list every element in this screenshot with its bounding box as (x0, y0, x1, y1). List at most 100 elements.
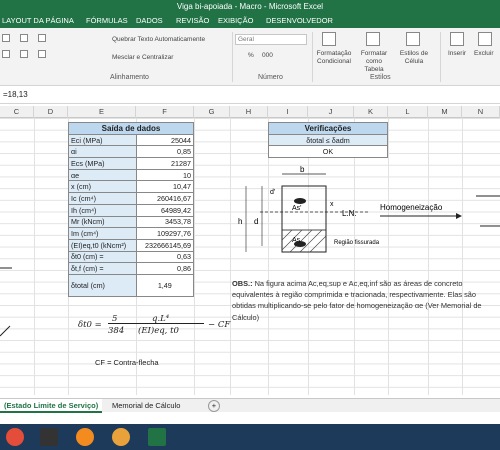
taskbar (0, 424, 500, 450)
gridline (194, 118, 195, 395)
x-label: x (330, 201, 334, 208)
cf-note: CF = Contra-flecha (95, 358, 159, 367)
conditional-format-icon[interactable] (322, 32, 336, 46)
column-headers: C D E F G H I J K L M N (0, 106, 500, 118)
wrap-text-button[interactable]: Quebrar Texto Automaticamente (112, 36, 205, 43)
dim-b-label: b (300, 166, 305, 174)
tab-developer[interactable]: DESENVOLVEDOR (266, 16, 333, 25)
align-center-icon[interactable] (20, 34, 28, 42)
column-header[interactable]: F (136, 106, 194, 118)
media-player-icon[interactable] (40, 428, 58, 446)
align-left-icon[interactable] (2, 34, 10, 42)
column-header[interactable]: J (308, 106, 354, 118)
ribbon-separator (312, 32, 313, 82)
excel-icon[interactable] (148, 428, 166, 446)
as-prime-label: As' (292, 205, 302, 212)
cell-styles-button[interactable]: Estilos de Célula (398, 50, 430, 66)
table-row[interactable]: Im (cm⁴) 109297,76 (68, 227, 195, 240)
table-row[interactable]: x (cm) 10,47 (68, 180, 195, 194)
column-header[interactable]: E (68, 106, 136, 118)
table-row[interactable]: αe 10 (68, 168, 195, 182)
chrome-icon[interactable] (6, 428, 24, 446)
delete-icon[interactable] (478, 32, 492, 46)
ribbon-separator (440, 32, 441, 82)
output-table: Saída de dados Eci (MPa) 25044 αi 0,85 Ecs… (68, 122, 195, 297)
column-header[interactable]: G (194, 106, 230, 118)
column-header[interactable]: H (230, 106, 268, 118)
delete-button[interactable]: Excluir (474, 50, 494, 57)
table-row[interactable]: Mr (kNcm) 3453,78 (68, 215, 195, 229)
column-header[interactable]: N (462, 106, 500, 118)
tab-page-layout[interactable]: LAYOUT DA PÁGINA (2, 16, 74, 25)
equation-den-term: (EI)eq, t0 (138, 326, 179, 336)
cell-styles-icon[interactable] (406, 32, 420, 46)
checks-title: Verificações (268, 122, 388, 135)
hatch-line (309, 235, 327, 253)
conditional-format-button[interactable]: Formatação Condicional (316, 50, 352, 66)
percent-button[interactable]: % (248, 52, 254, 59)
column-header[interactable]: C (0, 106, 34, 118)
table-row[interactable]: Ecs (MPa) 21287 (68, 157, 195, 170)
left-sketch (0, 267, 12, 337)
checks-condition[interactable]: δtotal ≤ δadm (268, 133, 388, 147)
cracked-region-label: Região fissurada (334, 240, 380, 246)
tab-view[interactable]: EXIBIÇÃO (218, 16, 253, 25)
insert-button[interactable]: Inserir (448, 50, 466, 57)
fraction-bar (108, 323, 204, 324)
observation-note: OBS.: Na figura acima Ac,eq,sup e Ac,eq,… (232, 279, 482, 322)
top-rebar (294, 198, 306, 204)
as-label: As (292, 237, 301, 244)
format-table-icon[interactable] (366, 32, 380, 46)
cross-section-diagram: b As' d' L.N. x As h d Região fissurada … (238, 166, 500, 253)
thousands-button[interactable]: 000 (262, 52, 273, 59)
window-title: Viga bi-apoiada - Macro - Microsoft Exce… (0, 0, 500, 14)
tab-data[interactable]: DADOS (136, 16, 163, 25)
alignment-group-label: Alinhamento (110, 74, 149, 81)
homogenization-label: Homogeneização (380, 203, 443, 212)
h-label: h (238, 217, 242, 226)
tab-formulas[interactable]: FÓRMULAS (86, 16, 128, 25)
indent-decrease-icon[interactable] (20, 50, 28, 58)
checks-table: Verificações δtotal ≤ δadm OK (268, 122, 388, 159)
table-row[interactable]: (EI)eq,t0 (kNcm²) 232666145,69 (68, 238, 195, 252)
number-group-label: Número (258, 74, 283, 81)
ribbon: Quebrar Texto Automaticamente Mesclar e … (0, 28, 500, 86)
column-header[interactable]: I (268, 106, 308, 118)
formula-bar[interactable]: =18,13 (0, 86, 500, 104)
align-bottom-icon[interactable] (2, 50, 10, 58)
firefox-icon[interactable] (76, 428, 94, 446)
format-table-button[interactable]: Formatar como Tabela (356, 50, 392, 74)
merge-center-button[interactable]: Mesclar e Centralizar (112, 54, 173, 61)
checks-result[interactable]: OK (268, 145, 388, 159)
table-row[interactable]: δt0 (cm) = 0,63 (68, 250, 195, 264)
column-header[interactable]: D (34, 106, 68, 118)
sheet-tab-calc-memorial[interactable]: Memorial de Cálculo (108, 399, 184, 413)
table-row[interactable]: Eci (MPa) 25044 (68, 133, 195, 147)
column-header[interactable]: M (428, 106, 462, 118)
orientation-icon[interactable] (38, 34, 46, 42)
total-row[interactable]: δtotal (cm) 1,49 (68, 273, 195, 297)
table-row[interactable]: Ic (cm⁴) 260416,67 (68, 192, 195, 205)
add-sheet-button[interactable]: + (208, 400, 220, 412)
sheet-tab-service-limit[interactable]: (Estado Limite de Serviço) (0, 399, 103, 413)
hatch-line (281, 229, 293, 241)
arrow-head (456, 213, 462, 219)
insert-icon[interactable] (450, 32, 464, 46)
output-title: Saída de dados (68, 122, 194, 135)
table-row[interactable]: αi 0,85 (68, 145, 195, 159)
neutral-axis-label: L.N. (342, 209, 357, 218)
tab-review[interactable]: REVISÃO (176, 16, 209, 25)
sheet-tabs: (Estado Limite de Serviço) Memorial de C… (0, 398, 500, 413)
ribbon-tabs: LAYOUT DA PÁGINA FÓRMULAS DADOS REVISÃO … (0, 14, 500, 28)
column-header[interactable]: K (354, 106, 388, 118)
d-prime-label: d' (270, 189, 275, 196)
styles-group-label: Estilos (370, 74, 391, 81)
hatch-line (299, 229, 323, 253)
table-row[interactable]: δt,f (cm) = 0,86 (68, 262, 195, 275)
table-row[interactable]: Ih (cm⁴) 64989,42 (68, 203, 195, 217)
indent-increase-icon[interactable] (38, 50, 46, 58)
number-format-select[interactable]: Geral (235, 34, 307, 45)
settings-icon[interactable] (112, 428, 130, 446)
gridline (34, 118, 35, 395)
column-header[interactable]: L (388, 106, 428, 118)
